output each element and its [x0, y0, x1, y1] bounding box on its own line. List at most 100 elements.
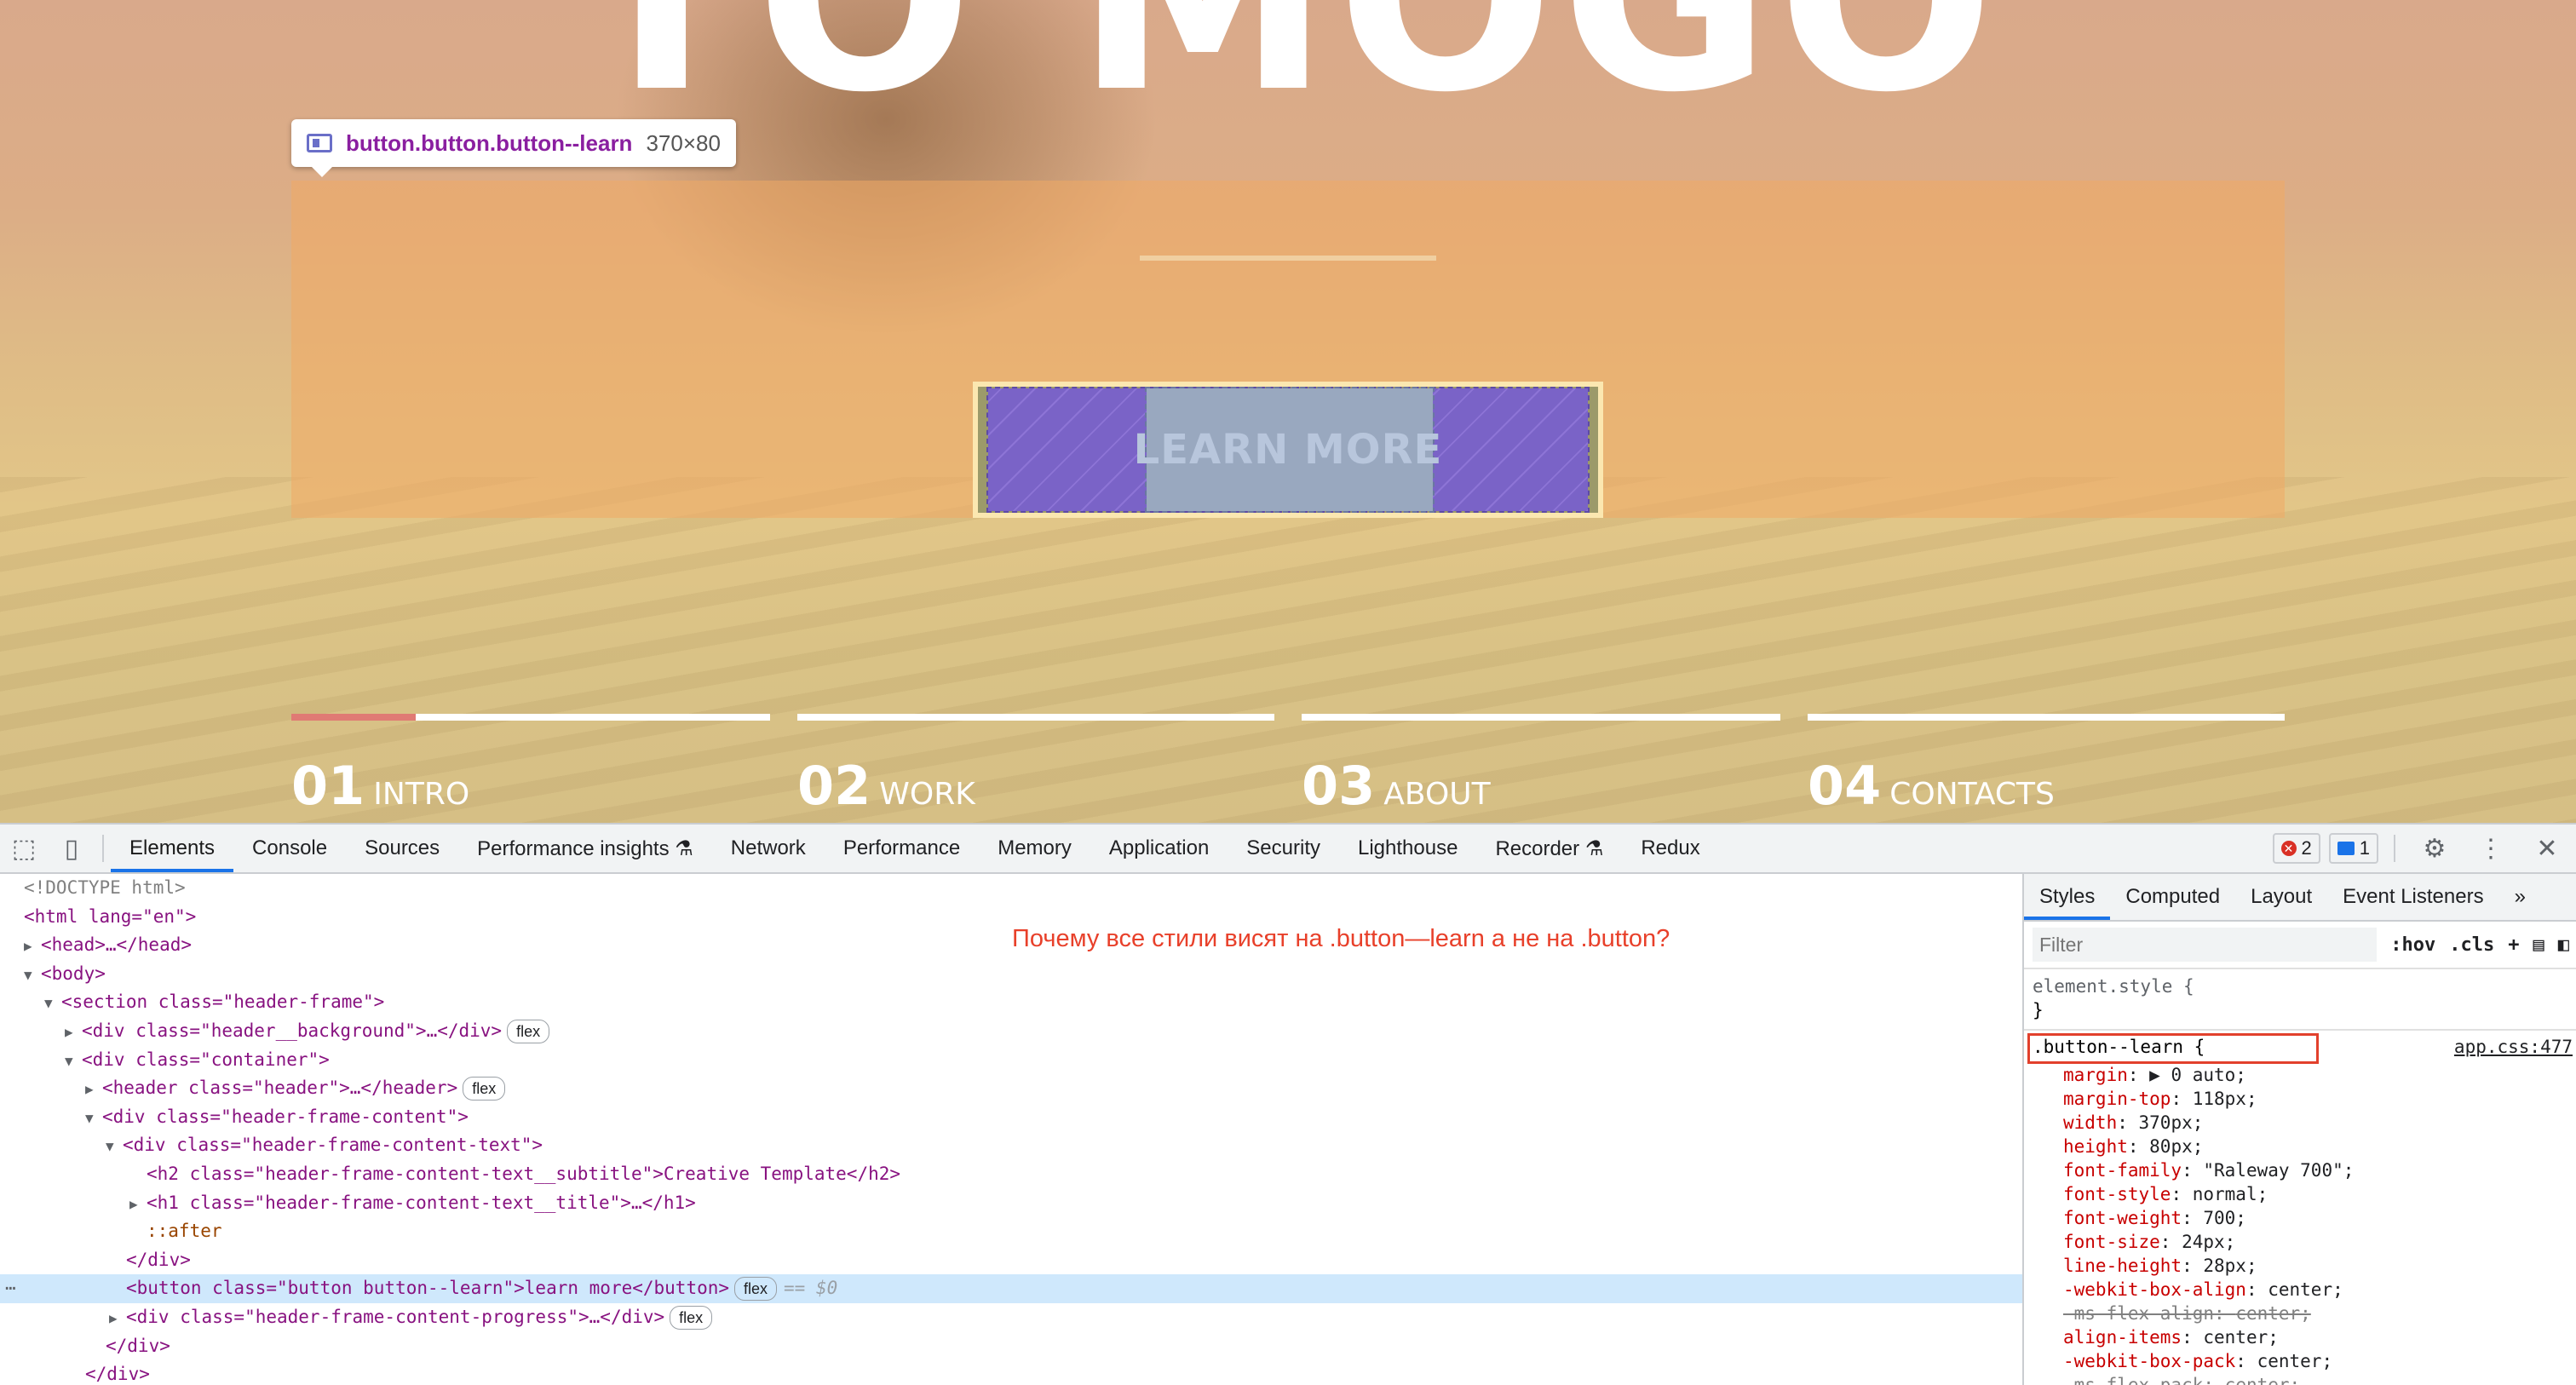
- more-options-icon[interactable]: ⋮: [2467, 825, 2515, 872]
- error-icon: ✕: [2281, 841, 2297, 856]
- css-declaration[interactable]: -webkit-box-align: center;: [2024, 1278, 2576, 1302]
- expand-icon[interactable]: ▶: [129, 1190, 147, 1219]
- tab-recorder[interactable]: Recorder ⚗: [1476, 825, 1622, 872]
- collapse-icon[interactable]: ▼: [85, 1104, 102, 1133]
- cls-toggle[interactable]: .cls: [2449, 934, 2494, 956]
- css-declaration[interactable]: -ms-flex-align: center;: [2024, 1302, 2576, 1325]
- dom-line[interactable]: ▶<div class="header__background">…</div>…: [0, 1017, 2022, 1046]
- inspect-element-icon[interactable]: ⬚: [0, 825, 48, 872]
- tab-security[interactable]: Security: [1228, 825, 1339, 872]
- dom-line[interactable]: <h2 class="header-frame-content-text__su…: [0, 1160, 2022, 1189]
- dom-line[interactable]: ▼<div class="header-frame-content-text">: [0, 1131, 2022, 1160]
- css-declaration[interactable]: margin: ▶ 0 auto;: [2024, 1063, 2576, 1087]
- dom-line[interactable]: ▶<header class="header">…</header> flex: [0, 1074, 2022, 1103]
- collapse-icon[interactable]: ▼: [24, 961, 41, 990]
- learn-more-button[interactable]: learn more: [988, 388, 1588, 511]
- tab-memory[interactable]: Memory: [979, 825, 1090, 872]
- dom-line[interactable]: ▼<section class="header-frame">: [0, 988, 2022, 1017]
- dom-line[interactable]: ▼<div class="container">: [0, 1046, 2022, 1075]
- css-declaration[interactable]: line-height: 28px;: [2024, 1254, 2576, 1278]
- add-rule-icon[interactable]: +: [2508, 934, 2519, 956]
- css-value: normal;: [2193, 1184, 2268, 1204]
- dom-line[interactable]: </div>: [0, 1332, 2022, 1361]
- dom-line[interactable]: <!DOCTYPE html>: [0, 874, 2022, 903]
- device-toolbar-icon[interactable]: ▯: [48, 825, 95, 872]
- header-tag: <header class="header">…</header>: [102, 1078, 457, 1098]
- css-value: 80px;: [2149, 1136, 2203, 1157]
- css-property: font-style: [2063, 1184, 2171, 1204]
- css-value: center;: [2225, 1375, 2301, 1385]
- tab-network[interactable]: Network: [712, 825, 825, 872]
- collapse-icon[interactable]: ▼: [65, 1047, 82, 1076]
- nav-work[interactable]: 02 WORK: [797, 755, 975, 817]
- css-declaration[interactable]: font-size: 24px;: [2024, 1230, 2576, 1254]
- expand-icon[interactable]: ▶: [24, 932, 41, 961]
- devtools-toolbar: ⬚ ▯ Elements Console Sources Performance…: [0, 825, 2576, 874]
- tab-lighthouse[interactable]: Lighthouse: [1339, 825, 1476, 872]
- css-declaration[interactable]: width: 370px;: [2024, 1111, 2576, 1135]
- tab-performance-insights[interactable]: Performance insights ⚗: [458, 825, 712, 872]
- tab-elements[interactable]: Elements: [111, 825, 233, 872]
- tab-redux[interactable]: Redux: [1622, 825, 1718, 872]
- tab-event-listeners[interactable]: Event Listeners: [2327, 874, 2498, 920]
- paint-brush-icon[interactable]: ▤: [2533, 934, 2544, 956]
- dom-line[interactable]: ▼<body>: [0, 960, 2022, 989]
- element-style-rule[interactable]: element.style {: [2024, 969, 2576, 998]
- gear-icon[interactable]: ⚙: [2411, 825, 2458, 872]
- progress-bar-intro[interactable]: [291, 714, 770, 721]
- tab-performance[interactable]: Performance: [825, 825, 979, 872]
- expand-icon[interactable]: ▶: [85, 1075, 102, 1104]
- css-colon: :: [2160, 1232, 2182, 1252]
- errors-badge[interactable]: ✕ 2: [2273, 833, 2320, 864]
- expand-icon[interactable]: ▶: [109, 1304, 126, 1333]
- dom-line[interactable]: ▶<h1 class="header-frame-content-text__t…: [0, 1189, 2022, 1218]
- expand-icon[interactable]: ▶: [65, 1018, 82, 1047]
- css-declaration[interactable]: height: 80px;: [2024, 1135, 2576, 1158]
- dom-line[interactable]: ▶<head>…</head>: [0, 931, 2022, 960]
- close-icon[interactable]: ✕: [2523, 825, 2571, 872]
- progress-bar-about[interactable]: [1302, 714, 1780, 721]
- background-tag: <div class="header__background">…</div>: [82, 1020, 502, 1041]
- more-icon[interactable]: ⋯: [5, 1274, 16, 1303]
- progress-bar-contacts[interactable]: [1808, 714, 2285, 721]
- flex-badge[interactable]: flex: [463, 1077, 505, 1101]
- dom-line[interactable]: ::after: [0, 1217, 2022, 1246]
- css-colon: :: [2246, 1279, 2268, 1300]
- flex-badge[interactable]: flex: [734, 1277, 777, 1301]
- dom-line[interactable]: ▶<div class="header-frame-content-progre…: [0, 1303, 2022, 1332]
- tab-application[interactable]: Application: [1090, 825, 1228, 872]
- tab-console[interactable]: Console: [233, 825, 346, 872]
- nav-contacts[interactable]: 04 CONTACTS: [1808, 755, 2055, 817]
- tab-computed[interactable]: Computed: [2110, 874, 2235, 920]
- flex-badge[interactable]: flex: [507, 1020, 549, 1043]
- dom-line[interactable]: </div>: [0, 1246, 2022, 1275]
- css-declaration[interactable]: align-items: center;: [2024, 1325, 2576, 1349]
- dom-line[interactable]: <html lang="en">: [0, 903, 2022, 932]
- tab-styles[interactable]: Styles: [2024, 874, 2110, 920]
- dom-line[interactable]: ▼<div class="header-frame-content">: [0, 1103, 2022, 1132]
- flex-layout-icon: [307, 134, 332, 152]
- hov-toggle[interactable]: :hov: [2390, 934, 2435, 956]
- tab-layout[interactable]: Layout: [2235, 874, 2327, 920]
- toggle-sidebar-icon[interactable]: ◧: [2558, 934, 2569, 956]
- messages-badge[interactable]: 1: [2329, 833, 2378, 864]
- dom-line[interactable]: </div>: [0, 1360, 2022, 1385]
- rule-source-link[interactable]: app.css:477: [2454, 1031, 2573, 1063]
- dom-line-selected[interactable]: ⋯<button class="button button--learn">le…: [0, 1274, 2022, 1303]
- css-declaration[interactable]: margin-top: 118px;: [2024, 1087, 2576, 1111]
- css-declaration[interactable]: font-family: "Raleway 700";: [2024, 1158, 2576, 1182]
- more-tabs-icon[interactable]: »: [2499, 874, 2541, 920]
- css-declaration[interactable]: -webkit-box-pack: center;: [2024, 1349, 2576, 1373]
- filter-input[interactable]: [2033, 928, 2377, 962]
- tab-sources[interactable]: Sources: [346, 825, 458, 872]
- css-declaration[interactable]: font-weight: 700;: [2024, 1206, 2576, 1230]
- div-close-tag: </div>: [106, 1336, 170, 1356]
- collapse-icon[interactable]: ▼: [44, 989, 61, 1018]
- progress-bar-work[interactable]: [797, 714, 1274, 721]
- nav-intro[interactable]: 01 INTRO: [291, 755, 469, 817]
- collapse-icon[interactable]: ▼: [106, 1132, 123, 1161]
- nav-about[interactable]: 03 ABOUT: [1302, 755, 1491, 817]
- css-declaration[interactable]: font-style: normal;: [2024, 1182, 2576, 1206]
- flex-badge[interactable]: flex: [670, 1306, 712, 1330]
- messages-count: 1: [2360, 837, 2370, 859]
